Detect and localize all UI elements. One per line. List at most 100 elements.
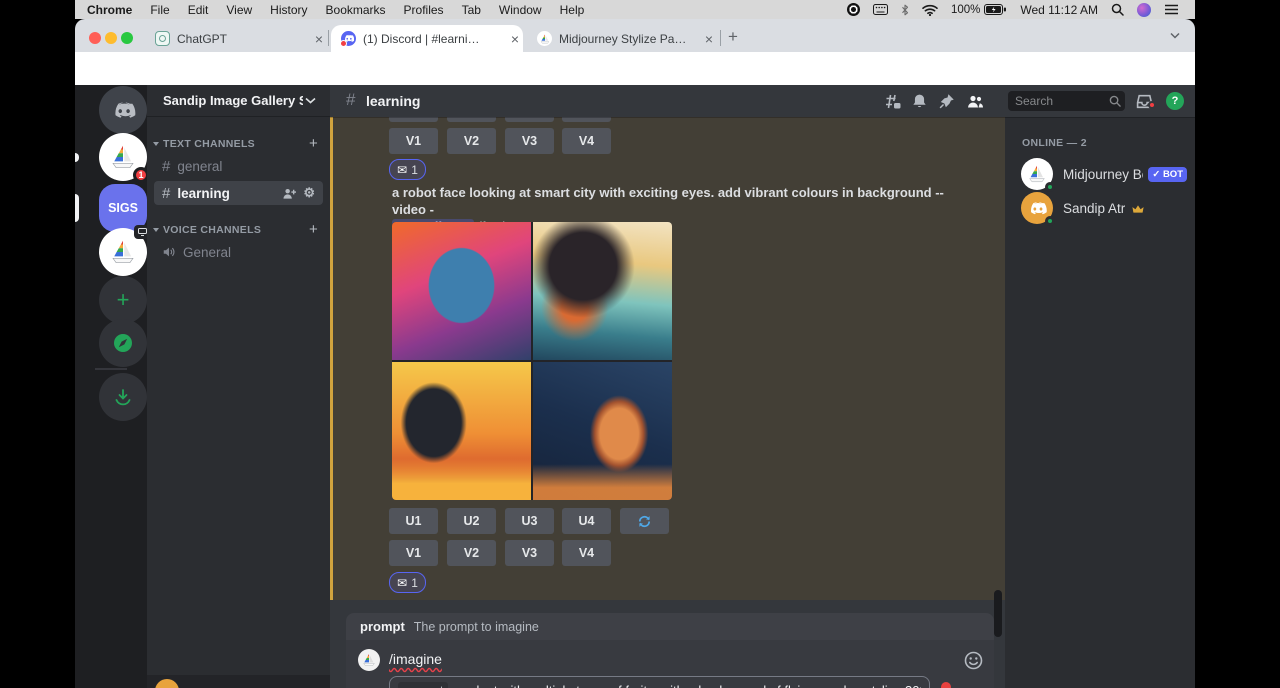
window-zoom-button[interactable] (121, 32, 133, 44)
message-composer[interactable]: /imagine prompt a plant with multiple ty… (346, 640, 994, 688)
browser-tab-strip: ChatGPT × (1) Discord | #learning | Sand… (75, 19, 1195, 52)
notifications-bell-icon[interactable] (911, 93, 928, 110)
channel-general[interactable]: # general (154, 154, 323, 178)
tab-title: (1) Discord | #learning | Sandip (363, 32, 485, 46)
tab-chatgpt[interactable]: ChatGPT × (145, 25, 327, 52)
battery-icon (984, 4, 1007, 15)
section-label: VOICE CHANNELS (163, 224, 261, 236)
option-label: prompt (398, 682, 448, 688)
tab-close-icon[interactable]: × (311, 31, 327, 47)
download-icon (113, 387, 133, 407)
channel-learning[interactable]: # learning ⚙ (154, 181, 323, 205)
channel-settings-gear-icon[interactable]: ⚙ (303, 185, 315, 201)
hash-icon: # (346, 90, 355, 110)
v4-button[interactable]: V4 (562, 128, 611, 154)
tab-discord-active[interactable]: (1) Discord | #learning | Sandip × (331, 25, 523, 52)
envelope-reaction[interactable]: ✉ 1 (389, 572, 426, 593)
server-rail: 1 SIGS + (75, 85, 147, 688)
window-close-button[interactable] (89, 32, 101, 44)
screen-record-icon[interactable] (847, 3, 860, 16)
menu-item-profiles[interactable]: Profiles (404, 3, 444, 17)
create-channel-icon[interactable]: + (309, 221, 318, 238)
generated-image-3[interactable] (392, 362, 531, 500)
bluetooth-icon[interactable] (901, 4, 909, 16)
tab-strip-chevron-icon[interactable] (1170, 32, 1180, 39)
menu-item-bookmarks[interactable]: Bookmarks (326, 3, 386, 17)
menu-item-help[interactable]: Help (560, 3, 585, 17)
discord-logo-icon (1027, 201, 1047, 216)
selected-pill (75, 194, 79, 222)
server-header[interactable]: Sandip Image Gallery Se... (147, 85, 330, 117)
spotlight-search-icon[interactable] (1111, 3, 1124, 16)
home-button[interactable] (99, 86, 147, 134)
voice-channels-section[interactable]: VOICE CHANNELS + (153, 221, 324, 238)
menu-clock[interactable]: Wed 11:12 AM (1020, 3, 1098, 17)
hint-option-desc: The prompt to imagine (414, 620, 539, 634)
v2-button[interactable]: V2 (447, 540, 496, 566)
u3-button[interactable]: U3 (505, 508, 554, 534)
envelope-icon: ✉ (397, 576, 407, 590)
server-midjourney[interactable]: 1 (99, 133, 147, 181)
server-midjourney-2[interactable] (99, 228, 147, 276)
midjourney-image-grid[interactable] (392, 222, 672, 500)
generated-image-4[interactable] (533, 362, 672, 500)
generated-image-2[interactable] (533, 222, 672, 360)
channel-name: General (183, 245, 231, 260)
v2-button[interactable]: V2 (447, 128, 496, 154)
window-minimize-button[interactable] (105, 32, 117, 44)
cut-off-button (505, 117, 554, 122)
menu-item-history[interactable]: History (270, 3, 307, 17)
unread-pill (75, 153, 79, 162)
rail-divider (95, 368, 127, 370)
text-channels-section[interactable]: TEXT CHANNELS + (153, 135, 324, 152)
menu-item-tab[interactable]: Tab (462, 3, 481, 17)
menu-app-name[interactable]: Chrome (87, 3, 132, 17)
menu-item-edit[interactable]: Edit (188, 3, 209, 17)
v1-button[interactable]: V1 (389, 540, 438, 566)
invite-people-icon[interactable] (282, 187, 297, 200)
command-hint-popup[interactable]: prompt The prompt to imagine (346, 613, 994, 640)
pin-icon[interactable] (938, 93, 955, 110)
download-apps-button[interactable] (99, 373, 147, 421)
menu-item-view[interactable]: View (226, 3, 252, 17)
create-channel-icon[interactable]: + (309, 135, 318, 152)
new-tab-button[interactable]: + (728, 27, 738, 47)
wifi-icon[interactable] (922, 4, 938, 16)
help-icon[interactable]: ? (1166, 92, 1184, 110)
v3-button[interactable]: V3 (505, 540, 554, 566)
members-icon[interactable] (967, 93, 984, 110)
envelope-reaction[interactable]: ✉ 1 (389, 159, 426, 180)
menu-item-window[interactable]: Window (499, 3, 542, 17)
prompt-option-input[interactable]: prompt a plant with multiple types of fr… (389, 676, 930, 688)
member-sandip-atr[interactable]: Sandip Atr (1013, 187, 1187, 229)
v1-button[interactable]: V1 (389, 128, 438, 154)
u2-button[interactable]: U2 (447, 508, 496, 534)
menu-item-file[interactable]: File (150, 3, 169, 17)
add-server-button[interactable]: + (99, 276, 147, 324)
search-input[interactable] (1008, 91, 1125, 111)
explore-servers-button[interactable] (99, 319, 147, 367)
sailboat-icon (1026, 163, 1048, 185)
chat-scrollbar-thumb[interactable] (994, 590, 1002, 637)
generated-image-1[interactable] (392, 222, 531, 360)
tab-close-icon[interactable]: × (507, 31, 523, 47)
control-center-icon[interactable] (1164, 4, 1179, 15)
user-avatar[interactable] (155, 679, 179, 688)
member-name: Sandip Atr (1063, 201, 1125, 216)
siri-icon[interactable] (1137, 3, 1151, 17)
v4-button[interactable]: V4 (562, 540, 611, 566)
threads-icon[interactable] (884, 93, 901, 110)
tab-close-icon[interactable]: × (701, 31, 717, 47)
midjourney-favicon-icon (537, 31, 552, 46)
rerun-button[interactable] (620, 508, 669, 534)
u4-button[interactable]: U4 (562, 508, 611, 534)
tab-midjourney[interactable]: Midjourney Stylize Parameter × (527, 25, 717, 52)
emoji-picker-icon[interactable] (964, 651, 983, 670)
keyboard-icon[interactable] (873, 4, 888, 15)
slash-command-text[interactable]: /imagine (389, 651, 442, 667)
chat-area: V1 V2 V3 V4 ✉ 1 a robot face looking at … (330, 117, 1005, 688)
u1-button[interactable]: U1 (389, 508, 438, 534)
voice-channel-general[interactable]: General (154, 240, 323, 264)
v3-button[interactable]: V3 (505, 128, 554, 154)
discord-favicon-icon (341, 31, 356, 46)
